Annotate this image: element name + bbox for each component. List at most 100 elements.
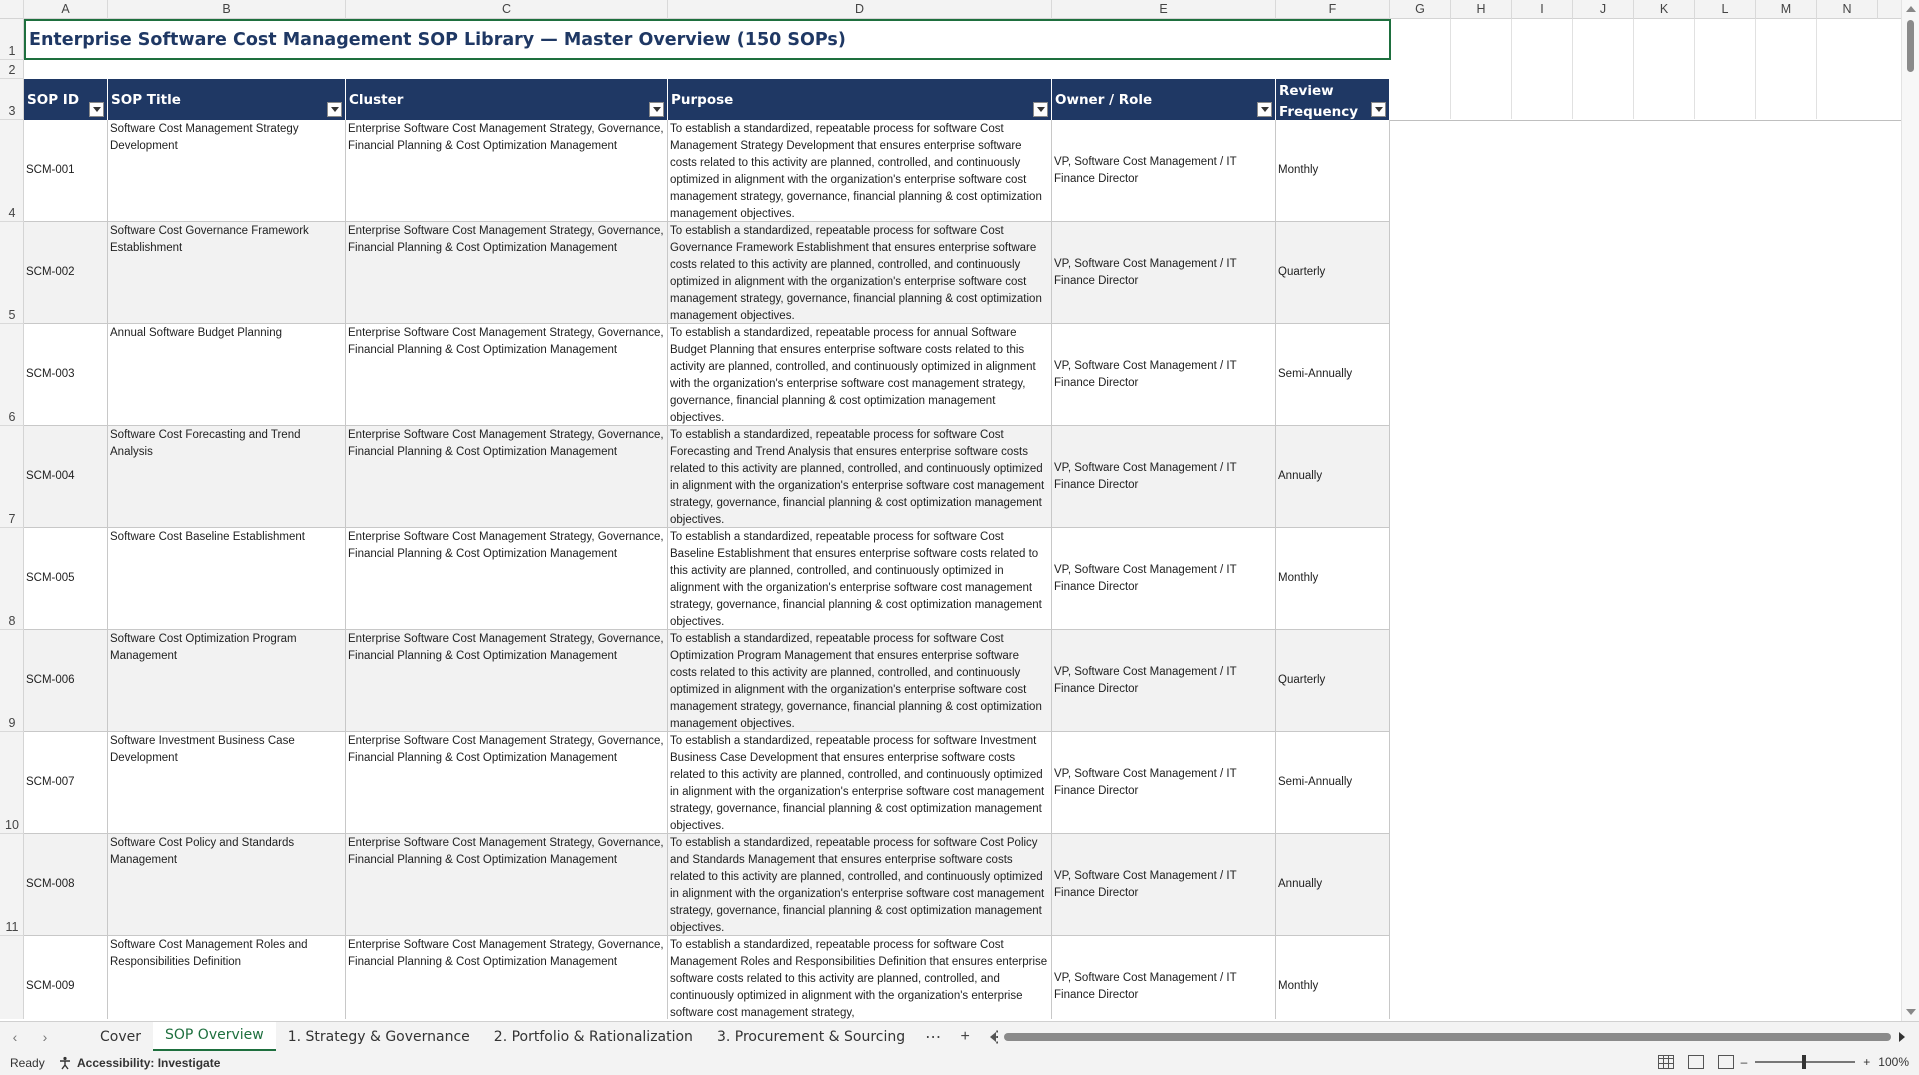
page-layout-view-icon[interactable]: [1688, 1055, 1704, 1069]
cell-owner-role[interactable]: VP, Software Cost Management / IT Financ…: [1052, 834, 1276, 935]
tab-procurement-sourcing[interactable]: 3. Procurement & Sourcing: [705, 1022, 917, 1052]
cell-cluster[interactable]: Enterprise Software Cost Management Stra…: [346, 732, 668, 833]
cell-sop-id[interactable]: SCM-001: [24, 120, 108, 221]
cell-review-frequency[interactable]: Semi-Annually: [1276, 324, 1390, 425]
header-sop-title[interactable]: SOP Title: [108, 79, 346, 120]
cell-sop-title[interactable]: Software Cost Baseline Establishment: [108, 528, 346, 629]
tab-sop-overview[interactable]: SOP Overview: [153, 1021, 276, 1052]
filter-dropdown-button[interactable]: [649, 102, 664, 117]
tab-cover[interactable]: Cover: [88, 1022, 153, 1052]
cell-cluster[interactable]: Enterprise Software Cost Management Stra…: [346, 426, 668, 527]
cell-purpose[interactable]: To establish a standardized, repeatable …: [668, 222, 1052, 323]
row-header-4[interactable]: 4: [0, 120, 24, 222]
cell-owner-role[interactable]: VP, Software Cost Management / IT Financ…: [1052, 120, 1276, 221]
add-sheet-icon[interactable]: +: [949, 1028, 981, 1046]
cell-sop-title[interactable]: Software Cost Forecasting and Trend Anal…: [108, 426, 346, 527]
scroll-down-icon[interactable]: [1906, 1009, 1916, 1015]
cell-purpose[interactable]: To establish a standardized, repeatable …: [668, 426, 1052, 527]
table-row[interactable]: SCM-009 Software Cost Management Roles an…: [24, 936, 1390, 1019]
header-sop-id[interactable]: SOP ID: [24, 79, 108, 120]
sheet-title-cell[interactable]: Enterprise Software Cost Management SOP …: [24, 19, 1391, 60]
table-row[interactable]: SCM-004 Software Cost Forecasting and Tre…: [24, 426, 1390, 528]
cell-cluster[interactable]: Enterprise Software Cost Management Stra…: [346, 630, 668, 731]
cell-cluster[interactable]: Enterprise Software Cost Management Stra…: [346, 528, 668, 629]
cell-purpose[interactable]: To establish a standardized, repeatable …: [668, 528, 1052, 629]
cell-purpose[interactable]: To establish a standardized, repeatable …: [668, 936, 1052, 1019]
cell-review-frequency[interactable]: Annually: [1276, 834, 1390, 935]
zoom-slider-knob[interactable]: [1802, 1055, 1807, 1069]
filter-dropdown-button[interactable]: [89, 102, 104, 117]
column-header-l[interactable]: L: [1695, 0, 1756, 19]
cell-review-frequency[interactable]: Monthly: [1276, 936, 1390, 1019]
table-row[interactable]: SCM-001 Software Cost Management Strategy…: [24, 120, 1390, 222]
more-sheets-icon[interactable]: ⋯: [917, 1027, 949, 1047]
cell-owner-role[interactable]: VP, Software Cost Management / IT Financ…: [1052, 324, 1276, 425]
cell-sop-title[interactable]: Software Cost Optimization Program Manag…: [108, 630, 346, 731]
scroll-thumb[interactable]: [1907, 20, 1914, 72]
cell-sop-id[interactable]: SCM-009: [24, 936, 108, 1019]
row-header-5[interactable]: 5: [0, 222, 24, 324]
cell-cluster[interactable]: Enterprise Software Cost Management Stra…: [346, 324, 668, 425]
zoom-out-icon[interactable]: –: [1741, 1055, 1748, 1069]
cell-owner-role[interactable]: VP, Software Cost Management / IT Financ…: [1052, 222, 1276, 323]
cell-sop-id[interactable]: SCM-007: [24, 732, 108, 833]
column-header-a[interactable]: A: [24, 0, 108, 19]
cell-sop-title[interactable]: Software Cost Governance Framework Estab…: [108, 222, 346, 323]
column-header-j[interactable]: J: [1573, 0, 1634, 19]
cell-sop-id[interactable]: SCM-008: [24, 834, 108, 935]
cell-purpose[interactable]: To establish a standardized, repeatable …: [668, 324, 1052, 425]
column-header-h[interactable]: H: [1451, 0, 1512, 19]
cell-review-frequency[interactable]: Quarterly: [1276, 222, 1390, 323]
row-header-2[interactable]: 2: [0, 60, 24, 79]
header-owner-role[interactable]: Owner / Role: [1052, 79, 1276, 120]
column-header-k[interactable]: K: [1634, 0, 1695, 19]
row-header-11[interactable]: 11: [0, 834, 24, 936]
cell-review-frequency[interactable]: Monthly: [1276, 528, 1390, 629]
header-purpose[interactable]: Purpose: [668, 79, 1052, 120]
spreadsheet-grid[interactable]: Enterprise Software Cost Management SOP …: [24, 19, 1901, 1019]
column-header-i[interactable]: I: [1512, 0, 1573, 19]
row-header-10[interactable]: 10: [0, 732, 24, 834]
row-header-8[interactable]: 8: [0, 528, 24, 630]
cell-sop-title[interactable]: Software Cost Management Strategy Develo…: [108, 120, 346, 221]
filter-dropdown-button[interactable]: [327, 102, 342, 117]
header-review-frequency[interactable]: Review Frequency: [1276, 79, 1390, 120]
scroll-left-icon[interactable]: [990, 1032, 996, 1042]
cell-purpose[interactable]: To establish a standardized, repeatable …: [668, 630, 1052, 731]
select-all-corner[interactable]: [0, 0, 24, 19]
cell-cluster[interactable]: Enterprise Software Cost Management Stra…: [346, 222, 668, 323]
column-header-m[interactable]: M: [1756, 0, 1817, 19]
horizontal-scrollbar[interactable]: [990, 1031, 1905, 1043]
cell-sop-title[interactable]: Software Cost Management Roles and Respo…: [108, 936, 346, 1019]
header-cluster[interactable]: Cluster: [346, 79, 668, 120]
row-header-7[interactable]: 7: [0, 426, 24, 528]
table-row[interactable]: SCM-008 Software Cost Policy and Standard…: [24, 834, 1390, 936]
cell-sop-id[interactable]: SCM-005: [24, 528, 108, 629]
cell-cluster[interactable]: Enterprise Software Cost Management Stra…: [346, 834, 668, 935]
row-header-9[interactable]: 9: [0, 630, 24, 732]
zoom-in-icon[interactable]: +: [1863, 1055, 1870, 1069]
cell-review-frequency[interactable]: Quarterly: [1276, 630, 1390, 731]
next-sheet-icon[interactable]: ›: [30, 1029, 60, 1045]
normal-view-icon[interactable]: [1658, 1055, 1674, 1069]
row-header-3[interactable]: 3: [0, 79, 24, 120]
cell-review-frequency[interactable]: Annually: [1276, 426, 1390, 527]
scroll-up-icon[interactable]: [1906, 6, 1916, 12]
column-header-c[interactable]: C: [346, 0, 668, 19]
zoom-slider[interactable]: [1755, 1055, 1856, 1069]
column-header-b[interactable]: B: [108, 0, 346, 19]
tab-strategy-governance[interactable]: 1. Strategy & Governance: [276, 1022, 482, 1052]
table-row[interactable]: SCM-003 Annual Software Budget Planning En…: [24, 324, 1390, 426]
table-row[interactable]: SCM-007 Software Investment Business Case…: [24, 732, 1390, 834]
cell-sop-title[interactable]: Annual Software Budget Planning: [108, 324, 346, 425]
cell-purpose[interactable]: To establish a standardized, repeatable …: [668, 120, 1052, 221]
cell-owner-role[interactable]: VP, Software Cost Management / IT Financ…: [1052, 732, 1276, 833]
cell-owner-role[interactable]: VP, Software Cost Management / IT Financ…: [1052, 426, 1276, 527]
cell-cluster[interactable]: Enterprise Software Cost Management Stra…: [346, 120, 668, 221]
filter-dropdown-button[interactable]: [1257, 102, 1272, 117]
column-header-d[interactable]: D: [668, 0, 1052, 19]
column-header-g[interactable]: G: [1390, 0, 1451, 19]
cell-review-frequency[interactable]: Monthly: [1276, 120, 1390, 221]
column-header-e[interactable]: E: [1052, 0, 1276, 19]
table-row[interactable]: SCM-006 Software Cost Optimization Progra…: [24, 630, 1390, 732]
